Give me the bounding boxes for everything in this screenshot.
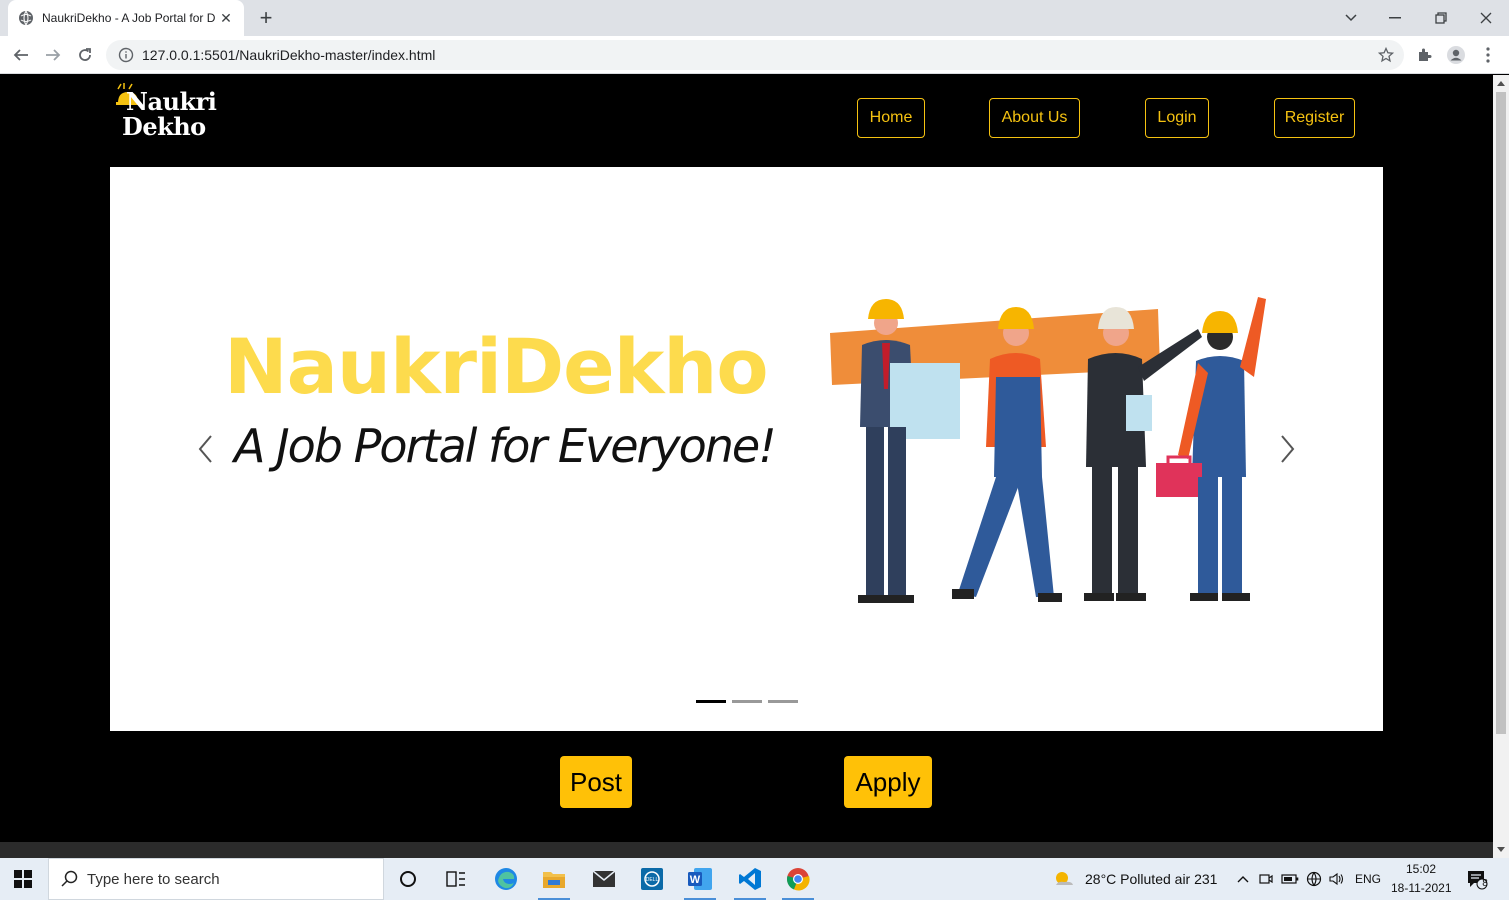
- tab-title: NaukriDekho - A Job Portal for D: [42, 11, 216, 25]
- clock-time[interactable]: 15:02: [1406, 862, 1436, 876]
- scrollbar-thumb[interactable]: [1496, 92, 1506, 734]
- post-button[interactable]: Post: [560, 756, 632, 808]
- scroll-down-icon[interactable]: [1497, 847, 1505, 852]
- hero-title: NaukriDekho: [224, 322, 769, 411]
- vertical-scrollbar[interactable]: [1493, 75, 1509, 858]
- file-explorer-icon[interactable]: [534, 862, 574, 900]
- nav-login-link[interactable]: Login: [1145, 98, 1209, 138]
- restore-icon[interactable]: [1418, 0, 1464, 36]
- carousel-indicator[interactable]: [696, 700, 726, 703]
- new-tab-icon[interactable]: +: [254, 5, 278, 30]
- weather-text[interactable]: 28°C Polluted air 231: [1085, 871, 1217, 887]
- weather-icon[interactable]: [1046, 862, 1082, 896]
- meet-now-icon[interactable]: [1256, 862, 1276, 896]
- profile-icon[interactable]: [1446, 45, 1466, 65]
- notification-count: 8: [1482, 878, 1488, 889]
- svg-text:DELL: DELL: [646, 877, 659, 883]
- hero-carousel: NaukriDekho A Job Portal for Everyone!: [110, 167, 1383, 731]
- carousel-indicator[interactable]: [732, 700, 762, 703]
- hero-subtitle: A Job Portal for Everyone!: [234, 419, 777, 473]
- taskbar-search-box[interactable]: Type here to search: [48, 858, 384, 900]
- language-indicator[interactable]: ENG: [1355, 872, 1381, 886]
- browser-toolbar: 127.0.0.1:5501/NaukriDekho-master/index.…: [0, 36, 1509, 74]
- site-logo[interactable]: Naukri Dekho: [116, 81, 217, 143]
- mail-icon[interactable]: [584, 862, 624, 896]
- show-hidden-icons-chevron[interactable]: [1233, 862, 1253, 896]
- chrome-icon[interactable]: [778, 862, 818, 900]
- windows-start-icon[interactable]: [14, 870, 32, 888]
- close-window-icon[interactable]: [1463, 0, 1509, 36]
- page-footer-strip: [0, 842, 1493, 858]
- back-icon[interactable]: [9, 43, 33, 67]
- word-icon[interactable]: W: [680, 862, 720, 900]
- browser-tab[interactable]: NaukriDekho - A Job Portal for D ✕: [8, 0, 244, 36]
- nav-home-link[interactable]: Home: [857, 98, 925, 138]
- battery-icon[interactable]: [1280, 862, 1300, 896]
- close-tab-icon[interactable]: ✕: [218, 10, 234, 26]
- apply-button[interactable]: Apply: [844, 756, 932, 808]
- carousel-prev-icon[interactable]: [190, 429, 220, 469]
- extensions-icon[interactable]: [1414, 45, 1434, 65]
- carousel-indicator[interactable]: [768, 700, 798, 703]
- page-content: Naukri Dekho Home About Us Login Registe…: [0, 75, 1493, 842]
- nav-register-link[interactable]: Register: [1274, 98, 1355, 138]
- svg-text:W: W: [690, 874, 701, 886]
- nav-about-link[interactable]: About Us: [989, 98, 1080, 138]
- site-info-icon[interactable]: [118, 47, 134, 63]
- edge-icon[interactable]: [486, 862, 526, 896]
- cortana-icon[interactable]: [388, 862, 428, 896]
- windows-taskbar: Type here to search DELL W 28°C Polluted…: [0, 858, 1509, 900]
- address-bar[interactable]: 127.0.0.1:5501/NaukriDekho-master/index.…: [106, 40, 1404, 70]
- clock-date[interactable]: 18-11-2021: [1391, 881, 1452, 895]
- forward-icon[interactable]: [41, 43, 65, 67]
- volume-icon[interactable]: [1327, 862, 1347, 896]
- construction-workers-illustration: [830, 297, 1266, 603]
- network-globe-icon[interactable]: [1304, 862, 1324, 896]
- globe-icon: [18, 10, 34, 26]
- url-text: 127.0.0.1:5501/NaukriDekho-master/index.…: [142, 47, 436, 63]
- search-icon: [61, 870, 78, 887]
- dell-icon[interactable]: DELL: [632, 862, 672, 896]
- minimize-icon[interactable]: [1372, 0, 1418, 36]
- bookmark-star-icon[interactable]: [1377, 46, 1395, 63]
- carousel-indicators: [696, 700, 798, 703]
- taskbar-search-placeholder: Type here to search: [87, 870, 220, 888]
- reload-icon[interactable]: [73, 43, 97, 67]
- scroll-up-icon[interactable]: [1497, 81, 1505, 86]
- notifications-icon[interactable]: 8: [1462, 862, 1492, 896]
- tab-search-icon[interactable]: [1328, 0, 1374, 36]
- logo-line2: Dekho: [122, 112, 206, 141]
- browser-tab-strip: NaukriDekho - A Job Portal for D ✕ +: [0, 0, 1509, 36]
- vscode-icon[interactable]: [730, 862, 770, 900]
- task-view-icon[interactable]: [436, 862, 476, 896]
- menu-icon[interactable]: [1478, 45, 1498, 65]
